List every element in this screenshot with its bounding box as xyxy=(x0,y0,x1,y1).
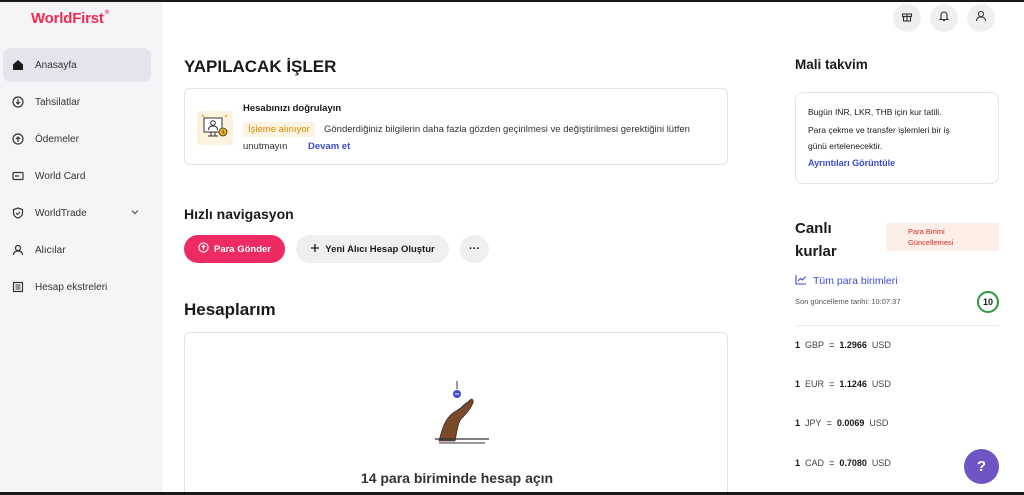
open-accounts-cta: 14 para biriminde hesap açın xyxy=(360,470,554,486)
download-icon xyxy=(11,95,25,109)
header-actions xyxy=(893,4,995,32)
sidebar: WorldFirst® Anasayfa Tahsilatlar Ödemele… xyxy=(0,2,162,492)
rate-value: 0.0069 xyxy=(836,418,865,428)
gift-icon xyxy=(901,9,913,27)
trend-chart-icon xyxy=(795,274,807,288)
rate-to-currency: USD xyxy=(871,458,891,468)
rate-value: 0.7080 xyxy=(839,458,867,468)
sidebar-item-worldtrade[interactable]: WorldTrade xyxy=(3,196,151,230)
send-money-label: Para Gönder xyxy=(213,243,272,255)
send-money-button[interactable]: Para Gönder xyxy=(184,235,285,263)
rate-equals: = xyxy=(826,418,832,428)
status-badge: İşleme alınıyor xyxy=(243,122,315,137)
rate-from-currency: JPY xyxy=(805,418,822,428)
shield-icon xyxy=(11,206,25,220)
sidebar-item-statements[interactable]: Hesap ekstreleri xyxy=(3,270,151,304)
arrow-up-circle-icon xyxy=(198,242,209,256)
sidebar-item-home[interactable]: Anasayfa xyxy=(3,48,151,82)
verification-illustration-icon xyxy=(197,111,233,145)
rate-row-eur: 1 EUR = 1.1246 USD xyxy=(795,379,999,389)
create-recipient-button[interactable]: Yeni Alıcı Hesap Oluştur xyxy=(296,235,449,263)
more-actions-button[interactable]: ··· xyxy=(460,235,489,263)
currency-update-badge[interactable]: Para Birimi Güncellemesi xyxy=(886,223,999,251)
gift-button[interactable] xyxy=(893,4,921,32)
verify-account-card[interactable]: Hesabınızı doğrulayın İşleme alınıyor Gö… xyxy=(184,88,728,165)
divider xyxy=(795,325,999,326)
help-button[interactable]: ? xyxy=(964,449,999,484)
rate-to-currency: USD xyxy=(869,418,889,428)
live-rates-heading: Canlı kurlar xyxy=(795,217,837,263)
profile-button[interactable] xyxy=(967,4,995,32)
coin-hand-illustration-icon xyxy=(415,379,495,451)
currency-update-badge-line-1: Para Birimi xyxy=(908,227,945,236)
todo-card-description: Gönderdiğiniz bilgilerin daha fazla gözd… xyxy=(324,124,690,135)
all-currencies-label: Tüm para birimleri xyxy=(813,275,898,287)
plus-icon xyxy=(310,243,320,256)
upload-icon xyxy=(11,132,25,146)
rate-row-gbp: 1 GBP = 1.2966 USD xyxy=(795,340,999,350)
todo-heading: YAPILACAK İŞLER xyxy=(184,57,337,76)
sidebar-item-label: World Card xyxy=(35,170,86,182)
todo-card-title: Hesabınızı doğrulayın xyxy=(243,103,342,114)
question-icon: ? xyxy=(976,458,987,475)
sidebar-item-label: WorldTrade xyxy=(35,207,87,219)
rate-equals: = xyxy=(829,379,835,389)
quick-nav-heading: Hızlı navigasyon xyxy=(184,206,294,222)
chevron-down-icon[interactable] xyxy=(131,208,139,219)
home-icon xyxy=(11,58,25,72)
sidebar-item-label: Ödemeler xyxy=(35,133,79,145)
sidebar-item-collections[interactable]: Tahsilatlar xyxy=(3,85,151,119)
accounts-heading: Hesaplarım xyxy=(184,300,276,319)
sidebar-item-label: Hesap ekstreleri xyxy=(35,281,108,293)
all-currencies-link[interactable]: Tüm para birimleri xyxy=(795,274,898,288)
calendar-notice-line-1: Bugün INR, LKR, THB için kur tatili. xyxy=(808,107,942,117)
todo-card-description-continued: unutmayın xyxy=(243,141,288,152)
calendar-notice-line-3: günü ertelenecektir. xyxy=(808,141,883,151)
notifications-button[interactable] xyxy=(930,4,958,32)
rate-value: 1.1246 xyxy=(839,379,867,389)
rate-from-currency: EUR xyxy=(805,379,825,389)
refresh-countdown-badge: 10 xyxy=(977,291,999,313)
accounts-card: 14 para biriminde hesap açın xyxy=(184,332,728,495)
rate-equals: = xyxy=(829,340,835,350)
live-rates-heading-line-1: Canlı xyxy=(795,220,832,237)
worldfirst-logo[interactable]: WorldFirst® xyxy=(31,10,109,27)
calendar-heading: Mali takvim xyxy=(795,57,868,72)
currency-update-badge-line-2: Güncellemesi xyxy=(908,238,954,247)
last-updated-text: Son güncelleme tarihi: 10:07:37 xyxy=(795,297,901,306)
more-icon: ··· xyxy=(469,243,480,255)
rate-from-currency: GBP xyxy=(805,340,825,350)
rate-value: 1.2966 xyxy=(839,340,867,350)
continue-link[interactable]: Devam et xyxy=(308,141,350,152)
user-icon xyxy=(975,9,987,27)
rate-to-currency: USD xyxy=(871,379,891,389)
sidebar-item-recipients[interactable]: Alıcılar xyxy=(3,233,151,267)
rate-row-jpy: 1 JPY = 0.0069 USD xyxy=(795,418,999,428)
rate-from-currency: CAD xyxy=(805,458,825,468)
sidebar-item-label: Anasayfa xyxy=(35,59,77,71)
sidebar-item-world-card[interactable]: World Card xyxy=(3,159,151,193)
sidebar-nav: Anasayfa Tahsilatlar Ödemeler World Card… xyxy=(0,48,162,307)
calendar-notice-line-2: Para çekme ve transfer işlemleri bir iş xyxy=(808,125,950,135)
live-rates-heading-line-2: kurlar xyxy=(795,243,837,260)
bell-icon xyxy=(938,9,950,27)
sidebar-item-label: Alıcılar xyxy=(35,244,66,256)
rate-base-amount: 1 xyxy=(795,458,801,468)
rate-base-amount: 1 xyxy=(795,340,801,350)
rate-base-amount: 1 xyxy=(795,379,801,389)
statement-icon xyxy=(11,280,25,294)
create-recipient-label: Yeni Alıcı Hesap Oluştur xyxy=(325,243,435,255)
rate-to-currency: USD xyxy=(871,340,891,350)
card-icon xyxy=(11,169,25,183)
rate-base-amount: 1 xyxy=(795,418,801,428)
sidebar-item-payments[interactable]: Ödemeler xyxy=(3,122,151,156)
view-details-link[interactable]: Ayrıntıları Görüntüle xyxy=(808,158,895,168)
financial-calendar-card: Bugün INR, LKR, THB için kur tatili. Par… xyxy=(795,92,999,184)
sidebar-item-label: Tahsilatlar xyxy=(35,96,81,108)
rate-equals: = xyxy=(829,458,835,468)
user-icon xyxy=(11,243,25,257)
